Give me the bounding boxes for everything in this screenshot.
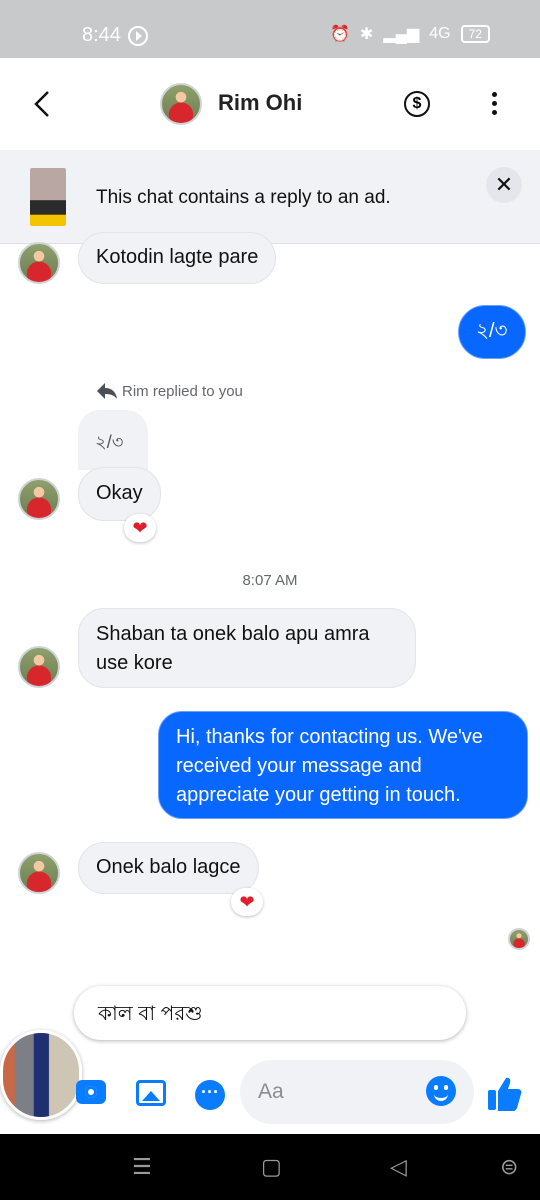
heart-reaction-icon[interactable]: ❤ (124, 514, 156, 542)
system-nav-bar: ☰ ▢ ◁ ⊜ (0, 1134, 540, 1200)
outgoing-message[interactable]: ২/৩ (458, 305, 526, 359)
back-triangle-icon[interactable]: ◁ (390, 1154, 407, 1180)
reply-arrow-icon (97, 383, 117, 399)
suggested-reply[interactable]: কাল বা পরশু (74, 986, 466, 1040)
incoming-message[interactable]: Shaban ta onek balo apu amra use kore (78, 608, 416, 688)
quoted-message[interactable]: ২/৩ (78, 410, 148, 470)
sender-avatar[interactable] (18, 646, 60, 688)
gallery-icon[interactable] (136, 1080, 166, 1106)
incoming-message[interactable]: Okay (78, 467, 161, 521)
seen-avatar (508, 928, 530, 950)
incoming-message[interactable]: Kotodin lagte pare (78, 232, 277, 284)
more-options-icon[interactable]: ··· (195, 1080, 225, 1110)
heart-reaction-icon[interactable]: ❤ (231, 888, 263, 916)
reply-indicator: Rim replied to you (96, 382, 243, 400)
sender-avatar[interactable] (18, 242, 60, 284)
emoji-icon[interactable] (426, 1076, 456, 1106)
assistant-icon[interactable]: ⊜ (500, 1154, 518, 1180)
sender-avatar[interactable] (18, 852, 60, 894)
chat-head-photo[interactable] (0, 1030, 82, 1120)
sender-avatar[interactable] (18, 478, 60, 520)
incoming-message[interactable]: Onek balo lagce (78, 842, 259, 894)
thumbs-up-icon[interactable] (486, 1074, 522, 1112)
message-input[interactable] (258, 1076, 418, 1108)
menu-icon[interactable]: ☰ (132, 1154, 152, 1180)
outgoing-message[interactable]: Hi, thanks for contacting us. We've rece… (158, 711, 528, 819)
home-icon[interactable]: ▢ (261, 1154, 282, 1180)
camera-icon[interactable] (76, 1080, 106, 1104)
message-timestamp: 8:07 AM (242, 572, 298, 589)
reply-label: Rim replied to you (122, 382, 243, 400)
